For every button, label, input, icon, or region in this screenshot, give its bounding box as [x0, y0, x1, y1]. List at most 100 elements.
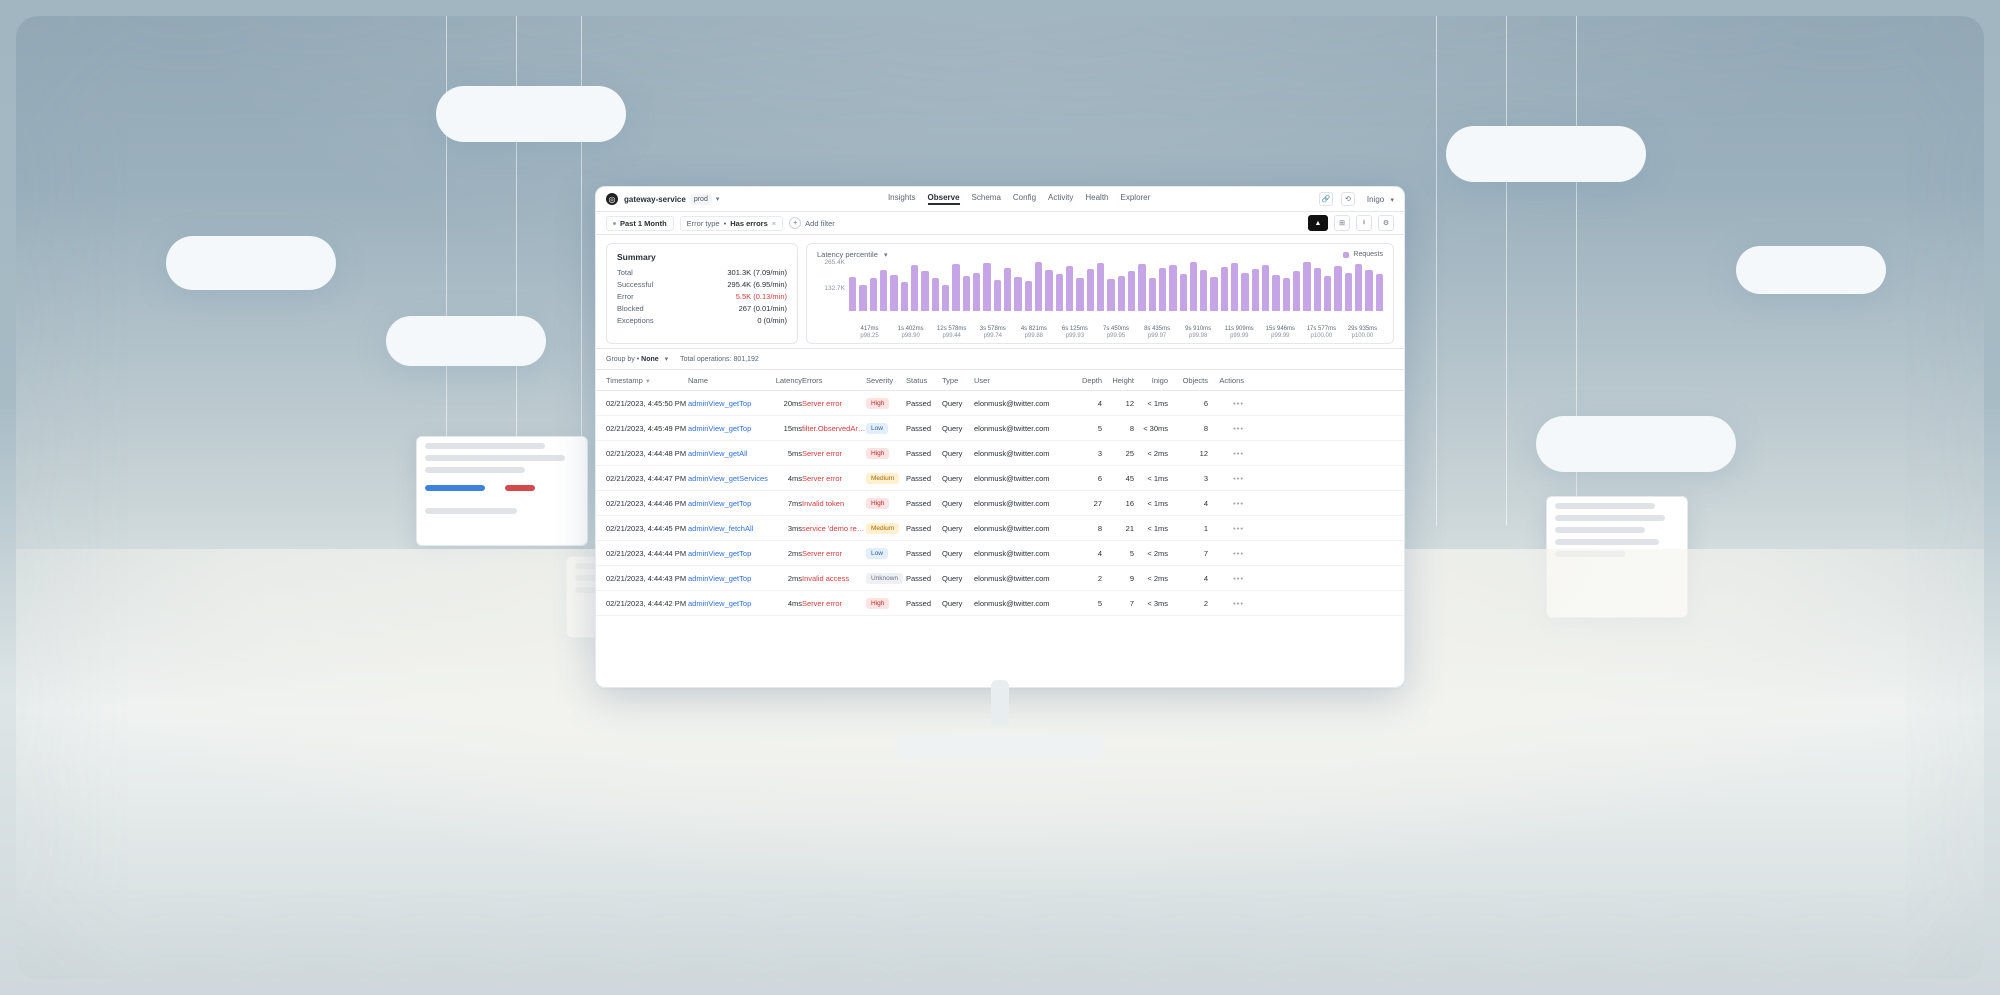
row-actions-icon[interactable]: •••	[1208, 574, 1244, 583]
x-tick: 1s 402msp98.90	[890, 326, 931, 339]
illustration-canvas: ◎ gateway-service prod ▾ InsightsObserve…	[16, 16, 1984, 979]
latency-chart-card: Latency percentile ▾ Requests 265.4K 132…	[806, 243, 1394, 344]
chart-bar	[1035, 262, 1042, 312]
error-filter-chip[interactable]: Error type • Has errors ×	[680, 216, 784, 231]
chart-bar	[1293, 271, 1300, 311]
operation-name-link[interactable]: adminView_getTop	[688, 499, 768, 508]
settings-button[interactable]: ⚙	[1378, 215, 1394, 231]
table-row[interactable]: 02/21/2023, 4:45:49 PMadminView_getTop15…	[596, 416, 1404, 441]
chart-bar	[994, 280, 1001, 311]
link-icon[interactable]: 🔗	[1319, 192, 1333, 206]
service-chevron-icon[interactable]: ▾	[716, 195, 720, 203]
row-actions-icon[interactable]: •••	[1208, 549, 1244, 558]
chart-bar	[1014, 277, 1021, 311]
chart-bar	[932, 278, 939, 311]
severity-badge: Medium	[866, 473, 899, 484]
remove-filter-icon[interactable]: ×	[772, 219, 776, 228]
chart-bar	[1180, 274, 1187, 311]
chart-bar	[1283, 278, 1290, 311]
columns-button[interactable]: ⊞	[1334, 215, 1350, 231]
table-row[interactable]: 02/21/2023, 4:44:43 PMadminView_getTop2m…	[596, 566, 1404, 591]
column-type[interactable]: Type	[942, 376, 974, 385]
nav-tab-explorer[interactable]: Explorer	[1121, 193, 1151, 205]
column-user[interactable]: User	[974, 376, 1070, 385]
chart-bar	[1056, 274, 1063, 311]
monitor-screen: ◎ gateway-service prod ▾ InsightsObserve…	[595, 186, 1405, 688]
column-actions[interactable]: Actions	[1208, 376, 1244, 385]
chart-bar	[942, 285, 949, 311]
add-filter-button[interactable]: +Add filter	[789, 217, 835, 229]
refresh-icon[interactable]: ⟲	[1341, 192, 1355, 206]
operation-name-link[interactable]: adminView_getTop	[688, 399, 768, 408]
time-range-chip[interactable]: Past 1 Month	[606, 216, 674, 231]
chart-bar	[859, 285, 866, 311]
operation-name-link[interactable]: adminView_getServices	[688, 474, 768, 483]
chevron-down-icon: ▾	[884, 252, 888, 259]
chart-bar	[1107, 279, 1114, 311]
row-actions-icon[interactable]: •••	[1208, 424, 1244, 433]
chart-bar	[1128, 271, 1135, 311]
column-status[interactable]: Status	[906, 376, 942, 385]
nav-tab-schema[interactable]: Schema	[972, 193, 1001, 205]
operation-name-link[interactable]: adminView_getAll	[688, 449, 768, 458]
table-row[interactable]: 02/21/2023, 4:45:50 PMadminView_getTop20…	[596, 391, 1404, 416]
chart-bar	[849, 277, 856, 311]
nav-tab-config[interactable]: Config	[1013, 193, 1036, 205]
column-inigo[interactable]: Inigo	[1134, 376, 1168, 385]
chart-bar	[983, 263, 990, 311]
table-row[interactable]: 02/21/2023, 4:44:44 PMadminView_getTop2m…	[596, 541, 1404, 566]
nav-tab-insights[interactable]: Insights	[888, 193, 916, 205]
row-actions-icon[interactable]: •••	[1208, 599, 1244, 608]
column-latency[interactable]: Latency	[768, 376, 802, 385]
table-row[interactable]: 02/21/2023, 4:44:48 PMadminView_getAll5m…	[596, 441, 1404, 466]
nav-tab-observe[interactable]: Observe	[928, 193, 960, 205]
severity-badge: High	[866, 598, 889, 609]
operation-name-link[interactable]: adminView_getTop	[688, 424, 768, 433]
service-name[interactable]: gateway-service	[624, 195, 686, 204]
column-objects[interactable]: Objects	[1168, 376, 1208, 385]
operation-name-link[interactable]: adminView_fetchAll	[688, 524, 768, 533]
chart-mode-dropdown[interactable]: Latency percentile ▾	[817, 250, 887, 259]
column-depth[interactable]: Depth	[1070, 376, 1102, 385]
summary-card: Summary Total301.3K (7.09/min)Successful…	[606, 243, 798, 344]
summary-row: Error5.5K (0.13/min)	[617, 292, 787, 301]
operation-name-link[interactable]: adminView_getTop	[688, 599, 768, 608]
row-actions-icon[interactable]: •••	[1208, 524, 1244, 533]
summary-row: Exceptions0 (0/min)	[617, 316, 787, 325]
nav-tab-health[interactable]: Health	[1085, 193, 1108, 205]
operation-name-link[interactable]: adminView_getTop	[688, 574, 768, 583]
x-tick: 6s 125msp99.93	[1054, 326, 1095, 339]
table-row[interactable]: 02/21/2023, 4:44:47 PMadminView_getServi…	[596, 466, 1404, 491]
run-button[interactable]: ▲	[1308, 215, 1328, 231]
chart-bar	[911, 265, 918, 311]
download-button[interactable]: ⭳	[1356, 215, 1372, 231]
chart-bar	[901, 282, 908, 311]
row-actions-icon[interactable]: •••	[1208, 474, 1244, 483]
x-tick: 8s 435msp99.97	[1137, 326, 1178, 339]
chart-bar	[921, 271, 928, 311]
group-by-dropdown[interactable]: Group by • None ▾	[606, 355, 668, 363]
chart-bar	[870, 278, 877, 311]
row-actions-icon[interactable]: •••	[1208, 449, 1244, 458]
table-row[interactable]: 02/21/2023, 4:44:46 PMadminView_getTop7m…	[596, 491, 1404, 516]
nav-tab-activity[interactable]: Activity	[1048, 193, 1073, 205]
column-name[interactable]: Name	[688, 376, 768, 385]
row-actions-icon[interactable]: •••	[1208, 499, 1244, 508]
account-menu[interactable]: Inigo ▾	[1367, 195, 1394, 204]
chart-bar	[973, 273, 980, 312]
table-row[interactable]: 02/21/2023, 4:44:42 PMadminView_getTop4m…	[596, 591, 1404, 616]
chart-bar	[1025, 281, 1032, 311]
severity-badge: High	[866, 448, 889, 459]
x-tick: 3s 578msp99.74	[972, 326, 1013, 339]
chart-bar	[1231, 263, 1238, 311]
column-timestamp[interactable]: Timestamp ▼	[606, 376, 688, 385]
row-actions-icon[interactable]: •••	[1208, 399, 1244, 408]
chart-bar	[1149, 278, 1156, 311]
table-row[interactable]: 02/21/2023, 4:44:45 PMadminView_fetchAll…	[596, 516, 1404, 541]
column-height[interactable]: Height	[1102, 376, 1134, 385]
column-errors[interactable]: Errors	[802, 376, 866, 385]
chart-bar	[1365, 270, 1372, 311]
column-severity[interactable]: Severity	[866, 376, 906, 385]
operations-table: Timestamp ▼NameLatencyErrorsSeverityStat…	[596, 370, 1404, 616]
operation-name-link[interactable]: adminView_getTop	[688, 549, 768, 558]
